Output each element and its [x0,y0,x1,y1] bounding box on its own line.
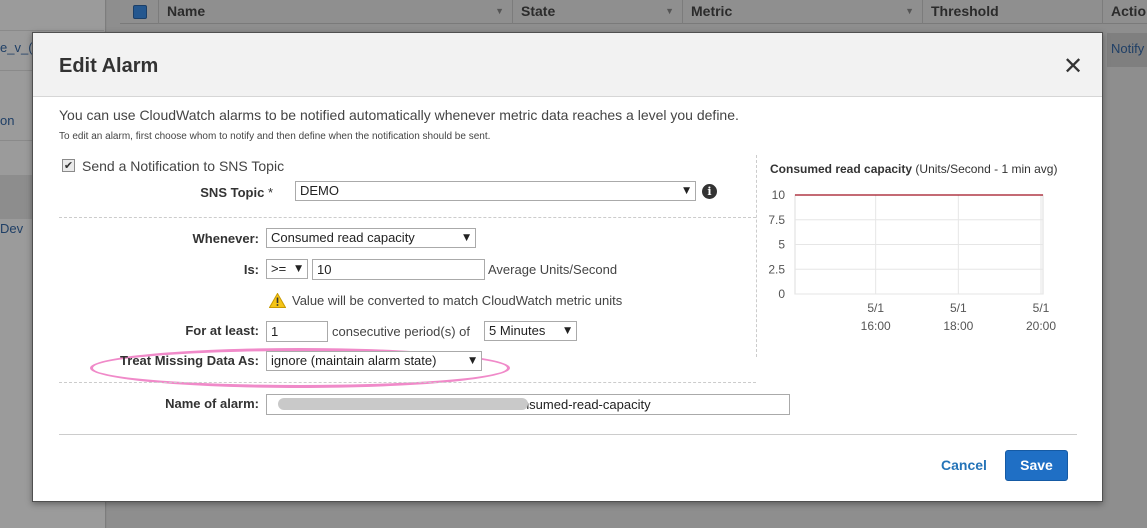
threshold-unit: Average Units/Second [488,262,618,277]
warning-icon [269,293,286,308]
period-length-select[interactable]: 5 Minutes ▼ [484,321,577,341]
chart-y-tick-label: 0 [778,287,785,301]
background-column-threshold: Threshold [922,0,1102,24]
metric-select[interactable]: Consumed read capacity ▼ [266,228,476,248]
chart-x-tick-label: 20:00 [1026,319,1056,333]
cancel-button[interactable]: Cancel [941,457,987,473]
edit-alarm-dialog: Edit Alarm ✕ You can use CloudWatch alar… [32,32,1103,502]
for-at-least-label: For at least: [185,323,259,338]
sns-topic-value: DEMO [300,183,339,198]
background-column-metric: Metric ▼ [682,0,922,24]
operator-value: >= [271,261,287,276]
consumed-read-capacity-chart: 10 7.5 5 2.5 0 5/1 16:00 5/1 18:00 5/1 20:00 [768,188,1056,333]
chevron-down-icon: ▼ [295,264,302,274]
chart-x-tick-label: 5/1 [867,301,884,315]
periods-input[interactable]: 1 [266,321,328,342]
dialog-header: Edit Alarm ✕ [33,33,1102,97]
chevron-down-icon: ▼ [683,186,690,196]
footer-divider [59,434,1077,435]
chevron-down-icon: ▼ [463,233,470,243]
operator-select[interactable]: >= ▼ [266,259,308,279]
chart-y-tick-label: 7.5 [768,213,785,227]
is-label: Is: [243,262,259,277]
chart-y-tick-label: 5 [778,238,785,252]
sns-topic-select[interactable]: DEMO ▼ [295,181,696,201]
intro-subtext: To edit an alarm, first choose whom to n… [59,131,491,142]
save-button[interactable]: Save [1005,450,1068,481]
missing-data-label: Treat Missing Data As: [120,353,259,368]
background-row-action: Notify [1111,41,1145,56]
chart-x-tick-label: 16:00 [861,319,891,333]
background-column-actions: Actio [1102,0,1147,24]
metric-value: Consumed read capacity [271,230,415,245]
send-notification-checkbox[interactable]: ✔ [62,159,75,172]
chart-y-tick-label: 2.5 [768,262,785,276]
redacted-text [278,398,528,410]
sns-topic-label: SNS Topic * [200,185,273,200]
chevron-down-icon: ▼ [564,326,571,336]
missing-data-select[interactable]: ignore (maintain alarm state) ▼ [266,351,482,371]
intro-text: You can use CloudWatch alarms to be noti… [59,107,739,123]
chevron-down-icon: ▼ [469,356,476,366]
alarm-name-label: Name of alarm: [165,396,259,411]
period-length-value: 5 Minutes [489,323,546,338]
chart-x-tick-label: 5/1 [950,301,967,315]
chart-x-tick-label: 5/1 [1033,301,1050,315]
info-icon[interactable]: i [702,184,717,199]
chart-title: Consumed read capacity (Units/Second - 1… [770,162,1058,176]
background-column-state: State ▼ [512,0,682,24]
send-notification-label: Send a Notification to SNS Topic [82,158,285,174]
close-icon[interactable]: ✕ [1062,54,1084,78]
chart-x-tick-label: 18:00 [943,319,973,333]
missing-data-value: ignore (maintain alarm state) [271,353,437,368]
chart-y-tick-label: 10 [772,188,786,202]
section-divider [59,217,756,218]
dialog-title: Edit Alarm [59,55,159,77]
threshold-input[interactable]: 10 [312,259,485,280]
section-divider [59,382,756,383]
background-select-all-checkbox [133,5,147,19]
whenever-label: Whenever: [192,231,259,246]
background-column-name: Name ▼ [158,0,512,24]
warning-text: Value will be converted to match CloudWa… [292,293,623,308]
periods-text: consecutive period(s) of [332,324,471,339]
